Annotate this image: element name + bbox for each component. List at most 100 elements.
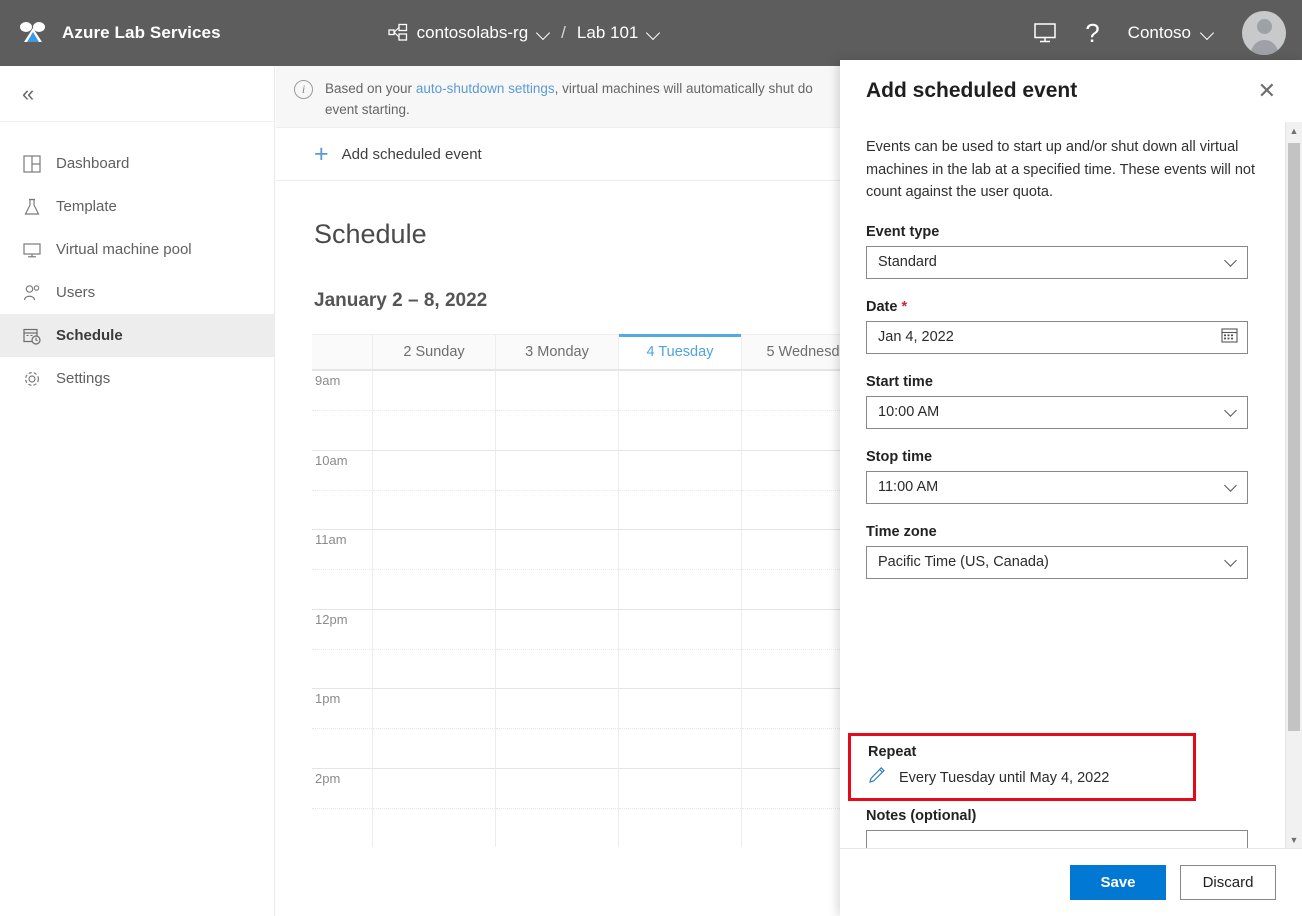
panel-intro-text: Events can be used to start up and/or sh… [866,136,1256,204]
calendar-cell[interactable] [373,768,496,848]
calendar-clock-icon [22,326,42,346]
calendar-time-label: 9am [312,370,373,450]
calendar-day-header[interactable]: 3 Monday [496,335,619,369]
notes-label: Notes (optional) [866,808,1248,824]
start-time-label: Start time [866,374,1248,390]
calendar-cell[interactable] [496,370,619,450]
calendar-time-label: 1pm [312,688,373,768]
calendar-cell[interactable] [496,688,619,768]
save-button[interactable]: Save [1070,865,1166,900]
sidebar-item-label: Schedule [56,327,123,344]
calendar-cell[interactable] [619,768,742,848]
calendar-cell[interactable] [619,370,742,450]
calendar-cell[interactable] [373,688,496,768]
calendar-cell[interactable] [373,450,496,530]
breadcrumb-lab[interactable]: Lab 101 [577,23,638,43]
calendar-cell[interactable] [619,450,742,530]
panel-title: Add scheduled event [866,79,1077,103]
sidebar-item-label: Users [56,284,95,301]
event-type-value: Standard [878,254,1226,270]
field-date: Date * Jan 4, 2022 [866,299,1248,354]
date-input[interactable]: Jan 4, 2022 [866,321,1248,354]
calendar-cell[interactable] [619,529,742,609]
panel-scrollbar[interactable]: ▲ ▼ [1285,122,1302,848]
calendar-cell[interactable] [373,609,496,689]
help-icon[interactable]: ? [1085,20,1099,46]
sidebar: « Dashboard [0,66,275,916]
top-bar-actions: ? Contoso [1033,11,1302,55]
calendar-icon[interactable] [1221,327,1238,347]
sidebar-item-dashboard[interactable]: Dashboard [0,142,274,185]
repeat-value: Every Tuesday until May 4, 2022 [899,770,1109,786]
sidebar-item-label: Virtual machine pool [56,241,192,258]
brand-name: Azure Lab Services [62,23,221,43]
monitor-icon[interactable] [1033,22,1057,44]
calendar-day-header-selected[interactable]: 4 Tuesday [619,335,742,369]
sidebar-item-settings[interactable]: Settings [0,357,274,400]
scrollbar-thumb[interactable] [1288,143,1300,731]
add-scheduled-event-button[interactable]: + Add scheduled event [314,142,482,167]
repeat-row[interactable]: Every Tuesday until May 4, 2022 [868,766,1193,789]
calendar-time-label: 2pm [312,768,373,848]
auto-shutdown-settings-link[interactable]: auto-shutdown settings [416,81,555,96]
field-notes: Notes (optional) [866,808,1248,848]
pencil-icon[interactable] [868,766,886,789]
sidebar-item-virtual-machine-pool[interactable]: Virtual machine pool [0,228,274,271]
sidebar-item-template[interactable]: Template [0,185,274,228]
sidebar-item-label: Dashboard [56,155,129,172]
date-label-text: Date [866,299,897,315]
avatar[interactable] [1242,11,1286,55]
event-type-label: Event type [866,224,1248,240]
chevron-down-icon [1226,481,1238,493]
calendar-cell[interactable] [496,529,619,609]
collapse-sidebar-button[interactable]: « [22,83,34,105]
time-zone-value: Pacific Time (US, Canada) [878,554,1226,570]
calendar-cell[interactable] [373,529,496,609]
azure-logo-icon [18,20,48,46]
event-type-select[interactable]: Standard [866,246,1248,279]
time-zone-label: Time zone [866,524,1248,540]
stop-time-value: 11:00 AM [878,479,1226,495]
field-event-type: Event type Standard [866,224,1248,279]
chevron-down-icon[interactable] [647,27,660,40]
discard-button[interactable]: Discard [1180,865,1276,900]
sidebar-collapse-row: « [0,66,274,122]
stop-time-select[interactable]: 11:00 AM [866,471,1248,504]
calendar-cell[interactable] [496,609,619,689]
info-icon: i [294,80,313,99]
calendar-time-label: 10am [312,450,373,530]
calendar-cell[interactable] [373,370,496,450]
info-banner-text: Based on your auto-shutdown settings, vi… [325,78,813,127]
add-scheduled-event-panel: Add scheduled event ✕ Events can be used… [840,60,1302,916]
field-stop-time: Stop time 11:00 AM [866,449,1248,504]
chevron-down-icon [1226,256,1238,268]
time-zone-select[interactable]: Pacific Time (US, Canada) [866,546,1248,579]
field-time-zone: Time zone Pacific Time (US, Canada) [866,524,1248,579]
plus-icon: + [314,142,329,167]
banner-text-line2: event starting. [325,102,410,117]
calendar-cell[interactable] [619,688,742,768]
brand[interactable]: Azure Lab Services [0,20,221,46]
panel-header: Add scheduled event ✕ [840,60,1302,122]
breadcrumb-resource-group[interactable]: contosolabs-rg [417,23,529,43]
panel-body: Events can be used to start up and/or sh… [840,122,1302,848]
field-start-time: Start time 10:00 AM [866,374,1248,429]
users-icon [22,283,42,303]
notes-textarea[interactable] [866,830,1248,848]
caret-down-icon[interactable]: ▼ [1286,831,1302,848]
tenant-label: Contoso [1128,23,1191,43]
caret-up-icon[interactable]: ▲ [1286,122,1302,139]
sidebar-item-label: Settings [56,370,110,387]
sidebar-item-schedule[interactable]: Schedule [0,314,274,357]
chevron-down-icon[interactable] [537,27,550,40]
calendar-cell[interactable] [496,450,619,530]
breadcrumb: contosolabs-rg / Lab 101 [388,23,661,43]
sidebar-item-users[interactable]: Users [0,271,274,314]
close-icon[interactable]: ✕ [1252,76,1282,106]
calendar-cell[interactable] [619,609,742,689]
tenant-selector[interactable]: Contoso [1128,23,1214,43]
calendar-cell[interactable] [496,768,619,848]
start-time-select[interactable]: 10:00 AM [866,396,1248,429]
calendar-day-header[interactable]: 2 Sunday [373,335,496,369]
top-bar: Azure Lab Services contosolabs-rg / Lab … [0,0,1302,66]
